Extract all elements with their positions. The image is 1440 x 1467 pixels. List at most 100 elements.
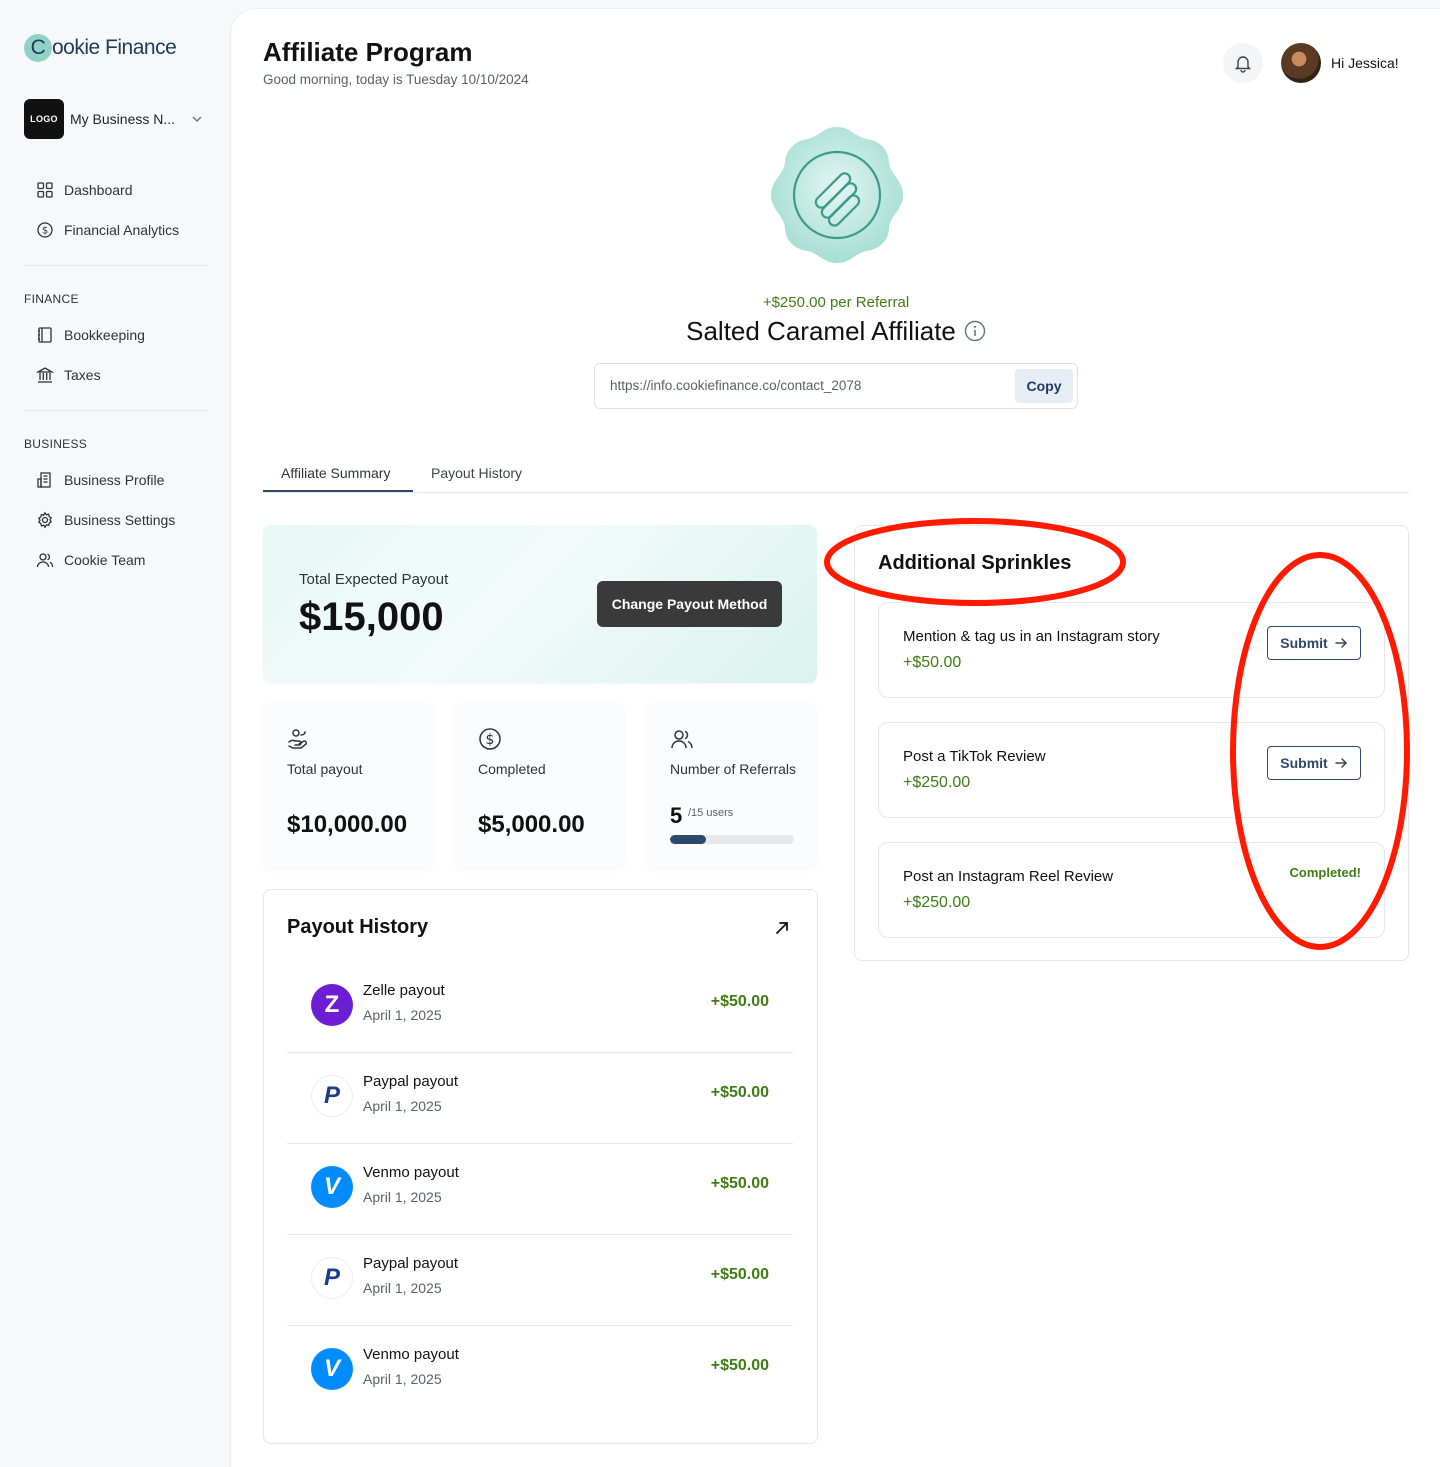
payout-history-title: Payout History (287, 916, 429, 938)
payout-row[interactable]: P Paypal payout April 1, 2025 +$50.00 (287, 1235, 793, 1326)
stat-value: $5,000.00 (478, 811, 585, 838)
affiliate-tier-name: Salted Caramel Affiliate (686, 316, 956, 346)
users-icon (36, 551, 54, 569)
nav-cookie-team[interactable]: Cookie Team (36, 549, 145, 571)
total-expected-payout-card: Total Expected Payout $15,000 Change Pay… (263, 525, 817, 683)
task-reward: +$250.00 (903, 774, 971, 791)
arrow-right-icon (1334, 758, 1347, 768)
sidebar-divider (24, 265, 208, 266)
sprinkle-task: Post an Instagram Reel Review +$250.00 C… (878, 842, 1385, 938)
stat-total-payout: Total payout $10,000.00 (263, 703, 433, 867)
dollar-circle-icon: $ (479, 728, 501, 750)
referral-link-field[interactable]: https://info.cookiefinance.co/contact_20… (594, 363, 1078, 409)
stat-completed: $ Completed $5,000.00 (454, 703, 624, 867)
referral-progress-bar (670, 835, 794, 844)
venmo-icon: V (311, 1348, 353, 1390)
dollar-circle-icon: $ (36, 221, 54, 239)
stat-value: $10,000.00 (287, 811, 408, 838)
avatar (1281, 43, 1321, 83)
payout-row[interactable]: P Paypal payout April 1, 2025 +$50.00 (287, 1053, 793, 1144)
dashboard-grid-icon (36, 181, 54, 199)
payout-amount: $15,000 (299, 595, 444, 639)
zelle-icon: Z (311, 984, 353, 1026)
section-finance: FINANCE (24, 292, 79, 306)
page-subtitle: Good morning, today is Tuesday 10/10/202… (263, 72, 529, 87)
sprinkles-title: Additional Sprinkles (878, 552, 1072, 574)
svg-text:$: $ (486, 732, 495, 748)
affiliate-tier-heading: Salted Caramel Affiliate (231, 316, 1440, 347)
payout-history-card: Payout History Z Zelle payout April 1, 2… (263, 889, 818, 1444)
paypal-icon: P (311, 1257, 353, 1299)
payout-row[interactable]: V Venmo payout April 1, 2025 +$50.00 (287, 1326, 793, 1417)
page-title: Affiliate Program (263, 37, 473, 67)
payout-row[interactable]: V Venmo payout April 1, 2025 +$50.00 (287, 1144, 793, 1235)
user-greeting: Hi Jessica! (1331, 55, 1399, 71)
nav-dashboard[interactable]: Dashboard (36, 179, 133, 201)
additional-sprinkles-card: Additional Sprinkles Mention & tag us in… (854, 525, 1409, 961)
active-tab-indicator (263, 490, 413, 492)
per-referral-amount: +$250.00 per Referral (762, 294, 910, 311)
business-name: My Business N... (70, 111, 176, 127)
tab-affiliate-summary[interactable]: Affiliate Summary (281, 465, 390, 481)
payout-name: Paypal payout (363, 1073, 459, 1090)
logo-text: ookie Finance (52, 36, 177, 59)
task-name: Post a TikTok Review (903, 748, 1046, 765)
change-payout-method-button[interactable]: Change Payout Method (597, 581, 782, 627)
nav-label: Cookie Team (64, 552, 146, 568)
copy-button[interactable]: Copy (1015, 369, 1073, 403)
building-icon (36, 471, 54, 489)
notifications-button[interactable] (1223, 43, 1263, 83)
nav-label: Dashboard (64, 182, 133, 198)
nav-taxes[interactable]: Taxes (36, 364, 101, 386)
stat-label: Number of Referrals (670, 761, 797, 777)
nav-business-settings[interactable]: Business Settings (36, 509, 175, 531)
payout-amount: +$50.00 (710, 1175, 769, 1192)
submit-label: Submit (1280, 755, 1328, 771)
completed-status: Completed! (1289, 865, 1362, 880)
tab-payout-history[interactable]: Payout History (431, 465, 522, 481)
payout-row[interactable]: Z Zelle payout April 1, 2025 +$50.00 (287, 962, 793, 1053)
payout-amount: +$50.00 (710, 993, 769, 1010)
nav-label: Taxes (64, 367, 101, 383)
stat-referrals: Number of Referrals 5 /15 users (646, 703, 816, 867)
sprinkle-task: Post a TikTok Review +$250.00 Submit (878, 722, 1385, 818)
task-name: Mention & tag us in an Instagram story (903, 628, 1160, 645)
payout-amount: +$50.00 (710, 1266, 769, 1283)
task-reward: +$250.00 (903, 894, 971, 911)
info-icon[interactable] (964, 318, 986, 342)
referral-total: /15 users (688, 807, 734, 819)
nav-business-profile[interactable]: Business Profile (36, 469, 164, 491)
task-name: Post an Instagram Reel Review (903, 868, 1114, 885)
nav-financial-analytics[interactable]: $ Financial Analytics (36, 219, 179, 241)
user-menu[interactable]: Hi Jessica! (1281, 41, 1409, 85)
chevron-down-icon (192, 116, 202, 122)
payout-date: April 1, 2025 (363, 1371, 442, 1387)
payout-date: April 1, 2025 (363, 1098, 442, 1114)
nav-bookkeeping[interactable]: Bookkeeping (36, 324, 145, 346)
users-icon (671, 730, 693, 749)
payout-amount: +$50.00 (710, 1084, 769, 1101)
affiliate-badge-icon (771, 127, 903, 263)
nav-label: Bookkeeping (64, 327, 145, 343)
business-logo: LOGO (24, 99, 64, 139)
payout-date: April 1, 2025 (363, 1007, 442, 1023)
hand-coins-icon (288, 729, 308, 749)
referral-count: 5 (670, 803, 683, 828)
arrow-up-right-icon[interactable] (772, 918, 792, 938)
stat-label: Total payout (287, 761, 363, 777)
app-logo[interactable]: Cookie Finance (24, 34, 177, 62)
business-switcher[interactable]: LOGO My Business N... (24, 99, 210, 139)
submit-button[interactable]: Submit (1267, 746, 1361, 780)
task-reward: +$50.00 (903, 654, 962, 671)
payout-date: April 1, 2025 (363, 1280, 442, 1296)
payout-name: Paypal payout (363, 1255, 459, 1272)
sprinkle-task: Mention & tag us in an Instagram story +… (878, 602, 1385, 698)
venmo-icon: V (311, 1166, 353, 1208)
bank-icon (36, 366, 54, 384)
referral-link-text: https://info.cookiefinance.co/contact_20… (610, 378, 862, 393)
submit-label: Submit (1280, 635, 1328, 651)
gear-icon (36, 511, 54, 529)
sidebar: Cookie Finance LOGO My Business N... Das… (0, 0, 230, 1467)
submit-button[interactable]: Submit (1267, 626, 1361, 660)
payout-name: Zelle payout (363, 982, 445, 999)
